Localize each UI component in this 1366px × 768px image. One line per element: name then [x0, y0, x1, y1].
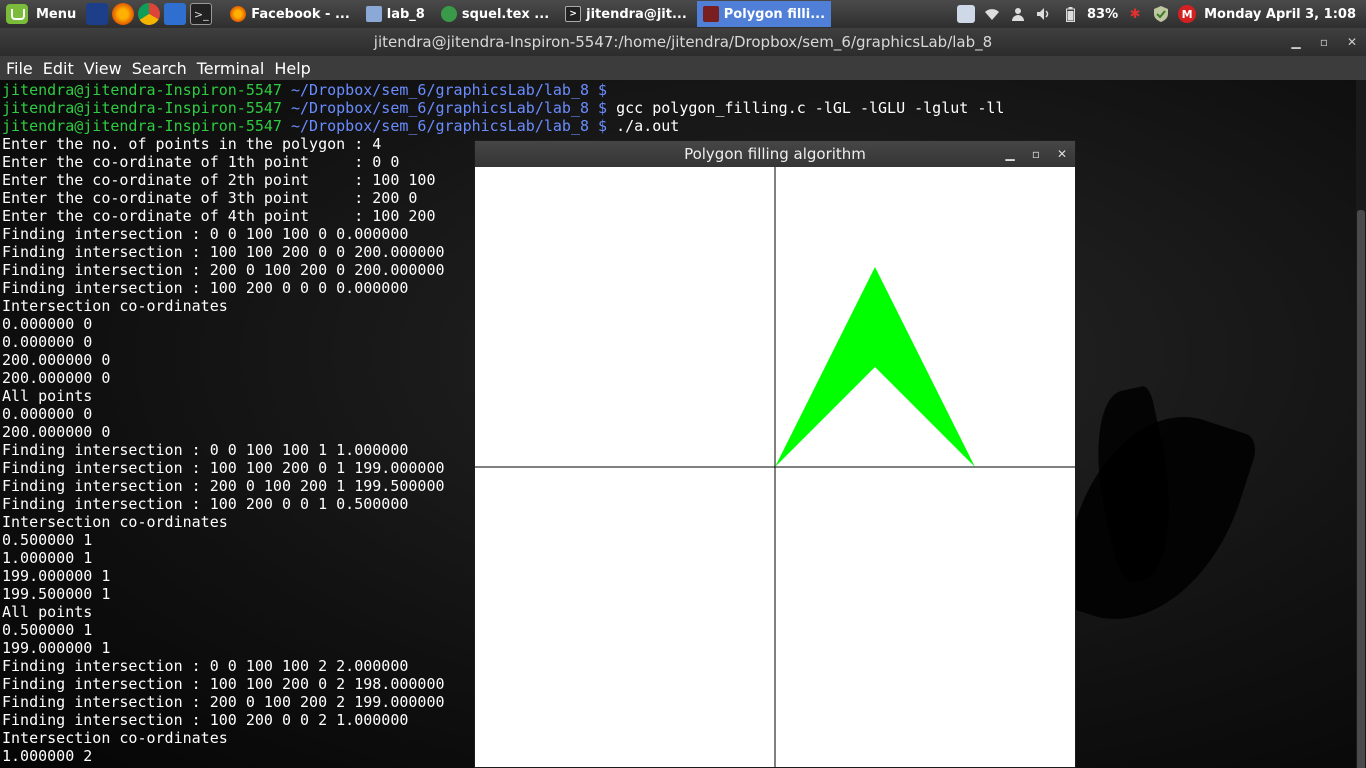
terminal-scrollbar[interactable] — [1356, 80, 1366, 768]
menu-file[interactable]: File — [6, 59, 33, 78]
task-label: squel.tex ... — [461, 6, 550, 22]
close-icon[interactable]: ✕ — [1338, 35, 1366, 49]
task-label: lab_8 — [386, 6, 425, 22]
taskbar-item-terminal[interactable]: > jitendra@jit... — [559, 1, 693, 27]
prompt-path: ~/Dropbox/sem_6/graphicsLab/lab_8 $ — [281, 81, 608, 99]
prompt-user: jitendra@jitendra-Inspiron-5547 — [2, 81, 282, 99]
user-icon[interactable] — [1009, 5, 1027, 23]
task-label: jitendra@jit... — [586, 6, 687, 22]
firefox-icon — [230, 6, 247, 22]
gl-canvas[interactable] — [475, 167, 1075, 767]
gl-window[interactable]: Polygon filling algorithm ▁ ▫ ✕ — [474, 140, 1076, 768]
minimize-icon[interactable]: ▁ — [1282, 35, 1310, 49]
files-launcher-icon[interactable] — [164, 3, 187, 25]
command-text: gcc polygon_filling.c -lGL -lGLU -lglut … — [607, 99, 1005, 117]
taskbar-item-polygon[interactable]: Polygon filli... — [696, 1, 832, 27]
menu-help[interactable]: Help — [274, 59, 310, 78]
filled-polygon — [775, 267, 975, 467]
shield-icon[interactable] — [1152, 5, 1170, 23]
pidgin-icon[interactable] — [957, 5, 975, 23]
battery-percent: 83% — [1087, 6, 1119, 22]
taskbar-item-lab8[interactable]: lab_8 — [360, 1, 431, 27]
taskbar-item-squel[interactable]: squel.tex ... — [435, 1, 555, 27]
battery-icon[interactable] — [1061, 5, 1079, 23]
prompt-user: jitendra@jitendra-Inspiron-5547 — [2, 117, 282, 135]
firefox-launcher-icon[interactable] — [112, 3, 135, 25]
menu-edit[interactable]: Edit — [43, 59, 74, 78]
minimize-icon[interactable]: ▁ — [997, 147, 1023, 161]
menu-terminal[interactable]: Terminal — [197, 59, 265, 78]
volume-icon[interactable] — [1035, 5, 1053, 23]
wifi-icon[interactable] — [983, 5, 1001, 23]
close-icon[interactable]: ✕ — [1049, 147, 1075, 161]
prompt-user: jitendra@jitendra-Inspiron-5547 — [2, 99, 282, 117]
taskbar-item-facebook[interactable]: Facebook - ... — [224, 1, 356, 27]
maximize-icon[interactable]: ▫ — [1310, 35, 1338, 49]
menu-search[interactable]: Search — [132, 59, 187, 78]
maximize-icon[interactable]: ▫ — [1023, 147, 1049, 161]
chrome-launcher-icon[interactable] — [138, 3, 161, 25]
top-panel: Menu >_ Facebook - ... lab_8 squel.tex .… — [0, 0, 1366, 28]
mint-logo-icon — [6, 4, 28, 24]
terminal-icon: > — [565, 6, 582, 22]
prompt-path: ~/Dropbox/sem_6/graphicsLab/lab_8 $ — [281, 117, 608, 135]
update-manager-icon[interactable]: ✱ — [1126, 5, 1144, 23]
scrollbar-thumb[interactable] — [1357, 210, 1365, 768]
prompt-line: jitendra@jitendra-Inspiron-5547 ~/Dropbo… — [2, 99, 1004, 117]
task-label: Polygon filli... — [723, 6, 826, 22]
menu-button[interactable]: Menu — [0, 0, 84, 28]
terminal-title: jitendra@jitendra-Inspiron-5547:/home/ji… — [373, 33, 993, 51]
texmaker-icon — [440, 6, 457, 22]
menu-view[interactable]: View — [84, 59, 122, 78]
prompt-path: ~/Dropbox/sem_6/graphicsLab/lab_8 $ — [281, 99, 608, 117]
mail-icon[interactable]: M — [1178, 5, 1197, 23]
menu-label: Menu — [36, 6, 77, 22]
clock[interactable]: Monday April 3, 1:08 — [1204, 7, 1356, 22]
system-tray: 83% ✱ M Monday April 3, 1:08 — [953, 0, 1366, 28]
command-text: ./a.out — [607, 117, 680, 135]
gl-window-title: Polygon filling algorithm — [684, 145, 866, 163]
gl-window-titlebar[interactable]: Polygon filling algorithm ▁ ▫ ✕ — [475, 141, 1075, 167]
folder-icon — [365, 6, 382, 22]
task-label: Facebook - ... — [251, 6, 350, 22]
terminal-launcher-icon[interactable]: >_ — [190, 3, 213, 25]
gl-window-icon — [702, 6, 719, 22]
show-desktop-icon[interactable] — [86, 3, 109, 25]
prompt-line: jitendra@jitendra-Inspiron-5547 ~/Dropbo… — [2, 81, 1004, 99]
terminal-menubar: File Edit View Search Terminal Help — [0, 56, 1366, 80]
prompt-line: jitendra@jitendra-Inspiron-5547 ~/Dropbo… — [2, 117, 1004, 135]
terminal-titlebar[interactable]: jitendra@jitendra-Inspiron-5547:/home/ji… — [0, 28, 1366, 56]
